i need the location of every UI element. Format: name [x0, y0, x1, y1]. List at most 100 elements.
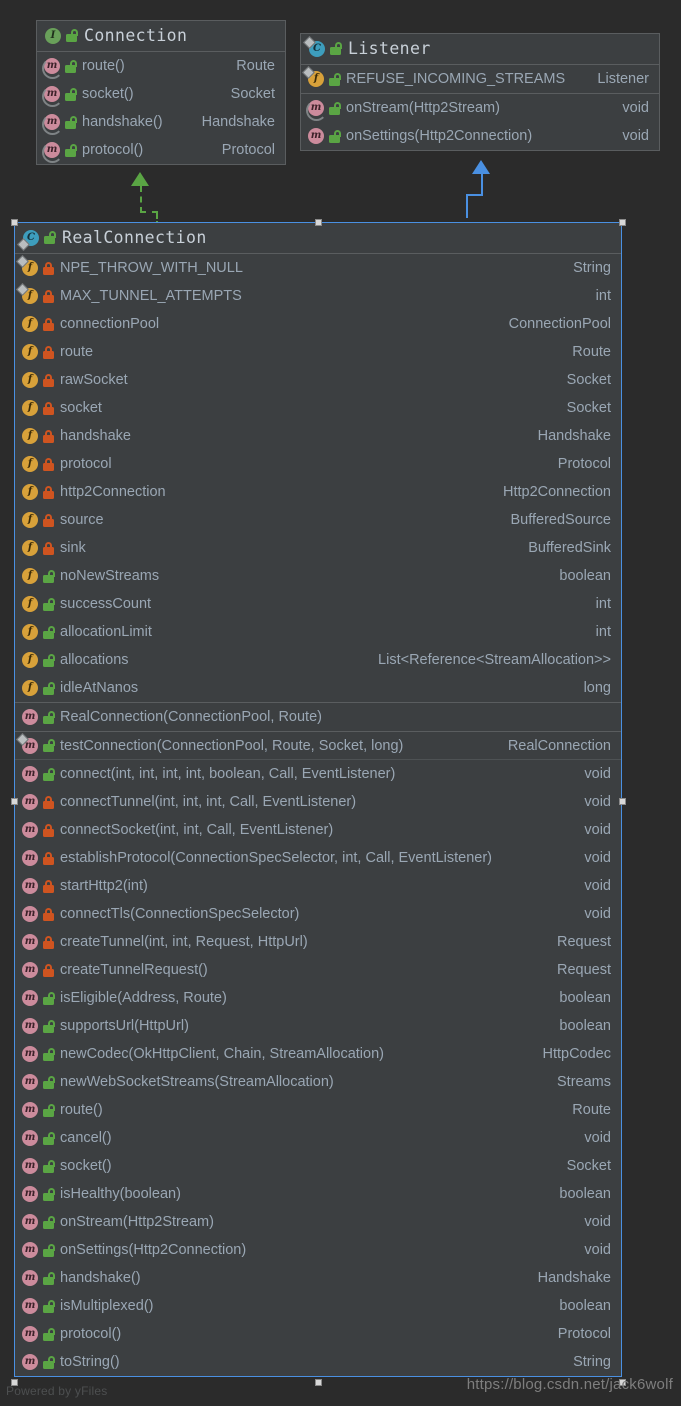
member-type: BufferedSource	[510, 512, 612, 528]
uml-member-row[interactable]: m route() Route	[37, 52, 285, 80]
uml-member-row[interactable]: m isEligible(Address, Route) boolean	[15, 984, 621, 1012]
private-lock-icon	[43, 457, 54, 471]
connector-segment	[466, 194, 482, 196]
connector-segment	[466, 196, 468, 218]
uml-member-row[interactable]: m RealConnection(ConnectionPool, Route)	[15, 703, 621, 731]
uml-member-row[interactable]: m isHealthy(boolean) boolean	[15, 1180, 621, 1208]
uml-member-row[interactable]: m onSettings(Http2Connection) void	[301, 122, 659, 150]
public-lock-icon	[43, 597, 55, 611]
private-lock-icon	[43, 345, 54, 359]
uml-member-row[interactable]: f successCount int	[15, 590, 621, 618]
uml-member-row[interactable]: f sink BufferedSink	[15, 534, 621, 562]
uml-member-row[interactable]: m createTunnelRequest() Request	[15, 956, 621, 984]
uml-member-row[interactable]: m supportsUrl(HttpUrl) boolean	[15, 1012, 621, 1040]
member-type: void	[622, 100, 649, 116]
member-type: boolean	[559, 1018, 611, 1034]
method-icon: m	[22, 934, 38, 950]
uml-class-box-listener[interactable]: C Listener f REFUSE_INCOMING_STREAMS Liste…	[300, 33, 660, 151]
selection-handle-top-left[interactable]	[11, 219, 18, 226]
public-lock-icon	[65, 59, 77, 73]
interface-icon: I	[45, 27, 61, 44]
uml-member-row[interactable]: m newCodec(OkHttpClient, Chain, StreamAll…	[15, 1040, 621, 1068]
member-name: startHttp2(int)	[60, 878, 148, 894]
uml-member-row[interactable]: m createTunnel(int, int, Request, HttpUrl…	[15, 928, 621, 956]
member-type: void	[584, 878, 611, 894]
uml-member-row[interactable]: m onSettings(Http2Connection) void	[15, 1236, 621, 1264]
selection-handle-bottom-center[interactable]	[315, 1379, 322, 1386]
uml-member-row[interactable]: m socket() Socket	[15, 1152, 621, 1180]
public-lock-icon	[43, 1019, 55, 1033]
uml-member-row[interactable]: f idleAtNanos long	[15, 674, 621, 702]
method-icon: m	[22, 990, 38, 1006]
selection-handle-middle-right[interactable]	[619, 798, 626, 805]
uml-member-row[interactable]: m protocol() Protocol	[15, 1320, 621, 1348]
uml-member-row[interactable]: f rawSocket Socket	[15, 366, 621, 394]
member-name: route()	[60, 1102, 103, 1118]
uml-member-row[interactable]: m onStream(Http2Stream) void	[301, 94, 659, 122]
class-header[interactable]: C RealConnection	[15, 223, 621, 254]
uml-member-row[interactable]: f route Route	[15, 338, 621, 366]
uml-member-row[interactable]: m connect(int, int, int, int, boolean, Ca…	[15, 760, 621, 788]
member-name: socket()	[82, 86, 134, 102]
member-type: Request	[556, 962, 611, 978]
member-name: MAX_TUNNEL_ATTEMPTS	[60, 288, 242, 304]
private-lock-icon	[43, 289, 54, 303]
uml-member-row[interactable]: m protocol() Protocol	[37, 136, 285, 164]
uml-member-row[interactable]: f source BufferedSource	[15, 506, 621, 534]
member-name: http2Connection	[60, 484, 166, 500]
uml-member-row[interactable]: m newWebSocketStreams(StreamAllocation) St…	[15, 1068, 621, 1096]
uml-member-row[interactable]: f REFUSE_INCOMING_STREAMS Listener	[301, 65, 659, 93]
uml-member-row[interactable]: m connectTls(ConnectionSpecSelector) void	[15, 900, 621, 928]
uml-member-row[interactable]: m socket() Socket	[37, 80, 285, 108]
uml-member-row[interactable]: f http2Connection Http2Connection	[15, 478, 621, 506]
uml-member-row[interactable]: f handshake Handshake	[15, 422, 621, 450]
selection-handle-top-center[interactable]	[315, 219, 322, 226]
class-header[interactable]: I Connection	[37, 21, 285, 52]
method-icon: m	[22, 1046, 38, 1062]
member-type: boolean	[559, 1298, 611, 1314]
private-lock-icon	[43, 541, 54, 555]
uml-member-row[interactable]: m establishProtocol(ConnectionSpecSelecto…	[15, 844, 621, 872]
uml-member-row[interactable]: f protocol Protocol	[15, 450, 621, 478]
class-header[interactable]: C Listener	[301, 34, 659, 65]
member-name: source	[60, 512, 104, 528]
uml-member-row[interactable]: f noNewStreams boolean	[15, 562, 621, 590]
uml-member-row[interactable]: f MAX_TUNNEL_ATTEMPTS int	[15, 282, 621, 310]
method-icon: m	[22, 1074, 38, 1090]
uml-member-row[interactable]: m onStream(Http2Stream) void	[15, 1208, 621, 1236]
public-lock-icon	[43, 1355, 55, 1369]
uml-member-row[interactable]: f connectionPool ConnectionPool	[15, 310, 621, 338]
uml-member-row[interactable]: m connectTunnel(int, int, int, Call, Even…	[15, 788, 621, 816]
member-name: allocationLimit	[60, 624, 152, 640]
member-type: BufferedSink	[528, 540, 611, 556]
method-icon: m	[22, 1186, 38, 1202]
public-lock-icon	[65, 115, 77, 129]
uml-member-row[interactable]: m testConnection(ConnectionPool, Route, S…	[15, 732, 621, 760]
uml-member-row[interactable]: f NPE_THROW_WITH_NULL String	[15, 254, 621, 282]
member-name: protocol()	[82, 142, 144, 158]
member-name: onSettings(Http2Connection)	[346, 128, 533, 144]
member-name: handshake()	[60, 1270, 141, 1286]
uml-member-row[interactable]: m startHttp2(int) void	[15, 872, 621, 900]
uml-member-row[interactable]: m connectSocket(int, int, Call, EventList…	[15, 816, 621, 844]
uml-member-row[interactable]: m route() Route	[15, 1096, 621, 1124]
uml-class-box-realconnection[interactable]: C RealConnection f NPE_THROW_WITH_NULL Str…	[14, 222, 622, 1377]
member-name: handshake	[60, 428, 131, 444]
uml-member-row[interactable]: f socket Socket	[15, 394, 621, 422]
uml-member-row[interactable]: m isMultiplexed() boolean	[15, 1292, 621, 1320]
uml-member-row[interactable]: m toString() String	[15, 1348, 621, 1376]
private-lock-icon	[43, 851, 54, 865]
uml-member-row[interactable]: m cancel() void	[15, 1124, 621, 1152]
selection-handle-middle-left[interactable]	[11, 798, 18, 805]
selection-handle-top-right[interactable]	[619, 219, 626, 226]
member-type: Protocol	[557, 1326, 611, 1342]
uml-member-row[interactable]: m handshake() Handshake	[37, 108, 285, 136]
member-type: RealConnection	[507, 737, 611, 754]
member-type: void	[584, 906, 611, 922]
uml-member-row[interactable]: m handshake() Handshake	[15, 1264, 621, 1292]
uml-class-box-connection[interactable]: I Connection m route() Route m socket() Socke…	[36, 20, 286, 165]
public-lock-icon	[330, 42, 342, 55]
uml-member-row[interactable]: f allocations List<Reference<StreamAllocat…	[15, 646, 621, 674]
uml-member-row[interactable]: f allocationLimit int	[15, 618, 621, 646]
member-type: Http2Connection	[502, 484, 611, 500]
